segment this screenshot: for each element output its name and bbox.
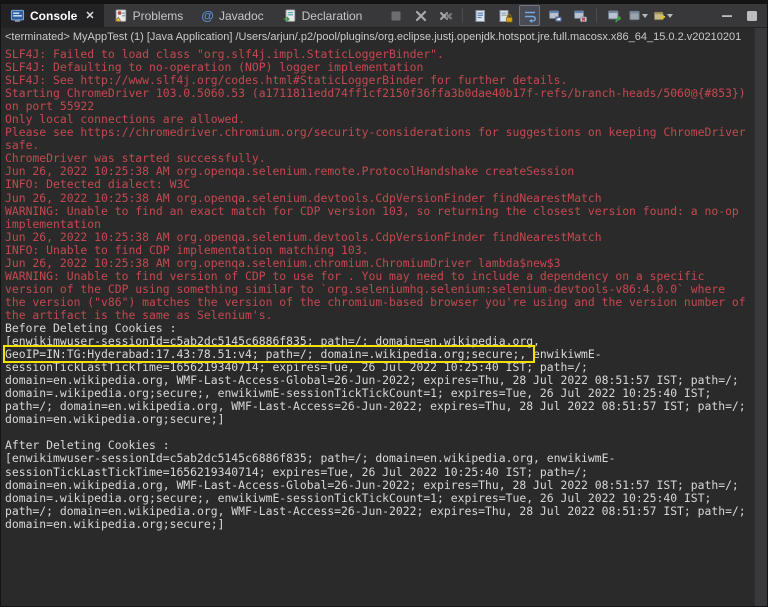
console-process-header: <terminated> MyAppTest (1) [Java Applica… [5,31,742,43]
tab-javadoc[interactable]: @ Javadoc [192,4,272,27]
javadoc-at-icon: @ [201,8,214,23]
console-icon [10,9,25,23]
console-text-segment: [enwikimwuser-sessionId=c5ab2dc5145c6886… [5,334,547,349]
console-area[interactable]: <terminated> MyAppTest (1) [Java Applica… [1,28,767,606]
console-line: [enwikimwuser-sessionId=c5ab2dc5145c6886… [5,451,753,531]
console-line: Jun 26, 2022 10:25:38 AM org.openqa.sele… [5,229,602,244]
console-line: Starting ChromeDriver 103.0.5060.53 (a17… [5,86,753,114]
problems-icon [113,8,128,23]
remove-launch-button[interactable] [410,5,431,26]
declaration-icon [282,8,297,23]
show-stdout-changed-button[interactable] [544,5,565,26]
view-tabbar: Console ✕ Problems @ Javadoc Declaration [1,1,767,28]
toolbar-separator [462,8,463,23]
console-line: WARNING: Unable to find an exact match f… [5,203,746,231]
tab-problems[interactable]: Problems [104,4,193,27]
console-line: WARNING: Unable to find version of CDP t… [5,268,753,322]
vertical-scrollbar[interactable] [754,28,767,606]
tab-declaration[interactable]: Declaration [273,4,372,27]
chevron-down-icon [642,13,648,18]
show-stderr-changed-button[interactable] [569,5,590,26]
chevron-down-icon [667,13,673,18]
tab-label-console: Console [30,8,78,23]
console-output[interactable]: SLF4J: Failed to load class "org.slf4j.i… [1,47,767,531]
eclipse-console-view-window: Console ✕ Problems @ Javadoc Declaration… [0,0,768,607]
remove-all-terminated-button[interactable] [435,5,456,26]
console-line: Jun 26, 2022 10:25:38 AM org.openqa.sele… [5,190,602,205]
highlighted-cookie-annotation: GeoIP=IN:TG:Hyderabad:17.43:78.51:v4; pa… [2,345,536,364]
console-line: INFO: Unable to find CDP implementation … [5,242,369,257]
scroll-lock-button[interactable] [494,5,515,26]
display-selected-console-button[interactable] [628,5,649,26]
tab-console[interactable]: Console ✕ [1,4,104,27]
console-line: Please see https://chromedriver.chromium… [5,125,753,153]
minimize-button[interactable] [716,5,737,26]
terminate-button[interactable] [385,5,406,26]
word-wrap-button[interactable] [519,5,540,26]
pin-console-button[interactable] [603,5,624,26]
console-line: INFO: Detected dialect: W3C [5,177,191,192]
close-icon[interactable]: ✕ [85,9,94,22]
tab-label-javadoc: Javadoc [218,8,264,23]
tab-label-problems: Problems [132,8,184,23]
console-line: Jun 26, 2022 10:25:38 AM org.openqa.sele… [5,255,561,270]
console-line: [enwikimwuser-sessionId=c5ab2dc5145c6886… [2,334,749,426]
toolbar-separator [596,8,597,23]
console-toolbar [385,4,767,27]
open-console-button[interactable] [653,5,674,26]
tab-label-declaration: Declaration [301,8,363,23]
maximize-button[interactable] [741,5,762,26]
clear-console-button[interactable] [469,5,490,26]
